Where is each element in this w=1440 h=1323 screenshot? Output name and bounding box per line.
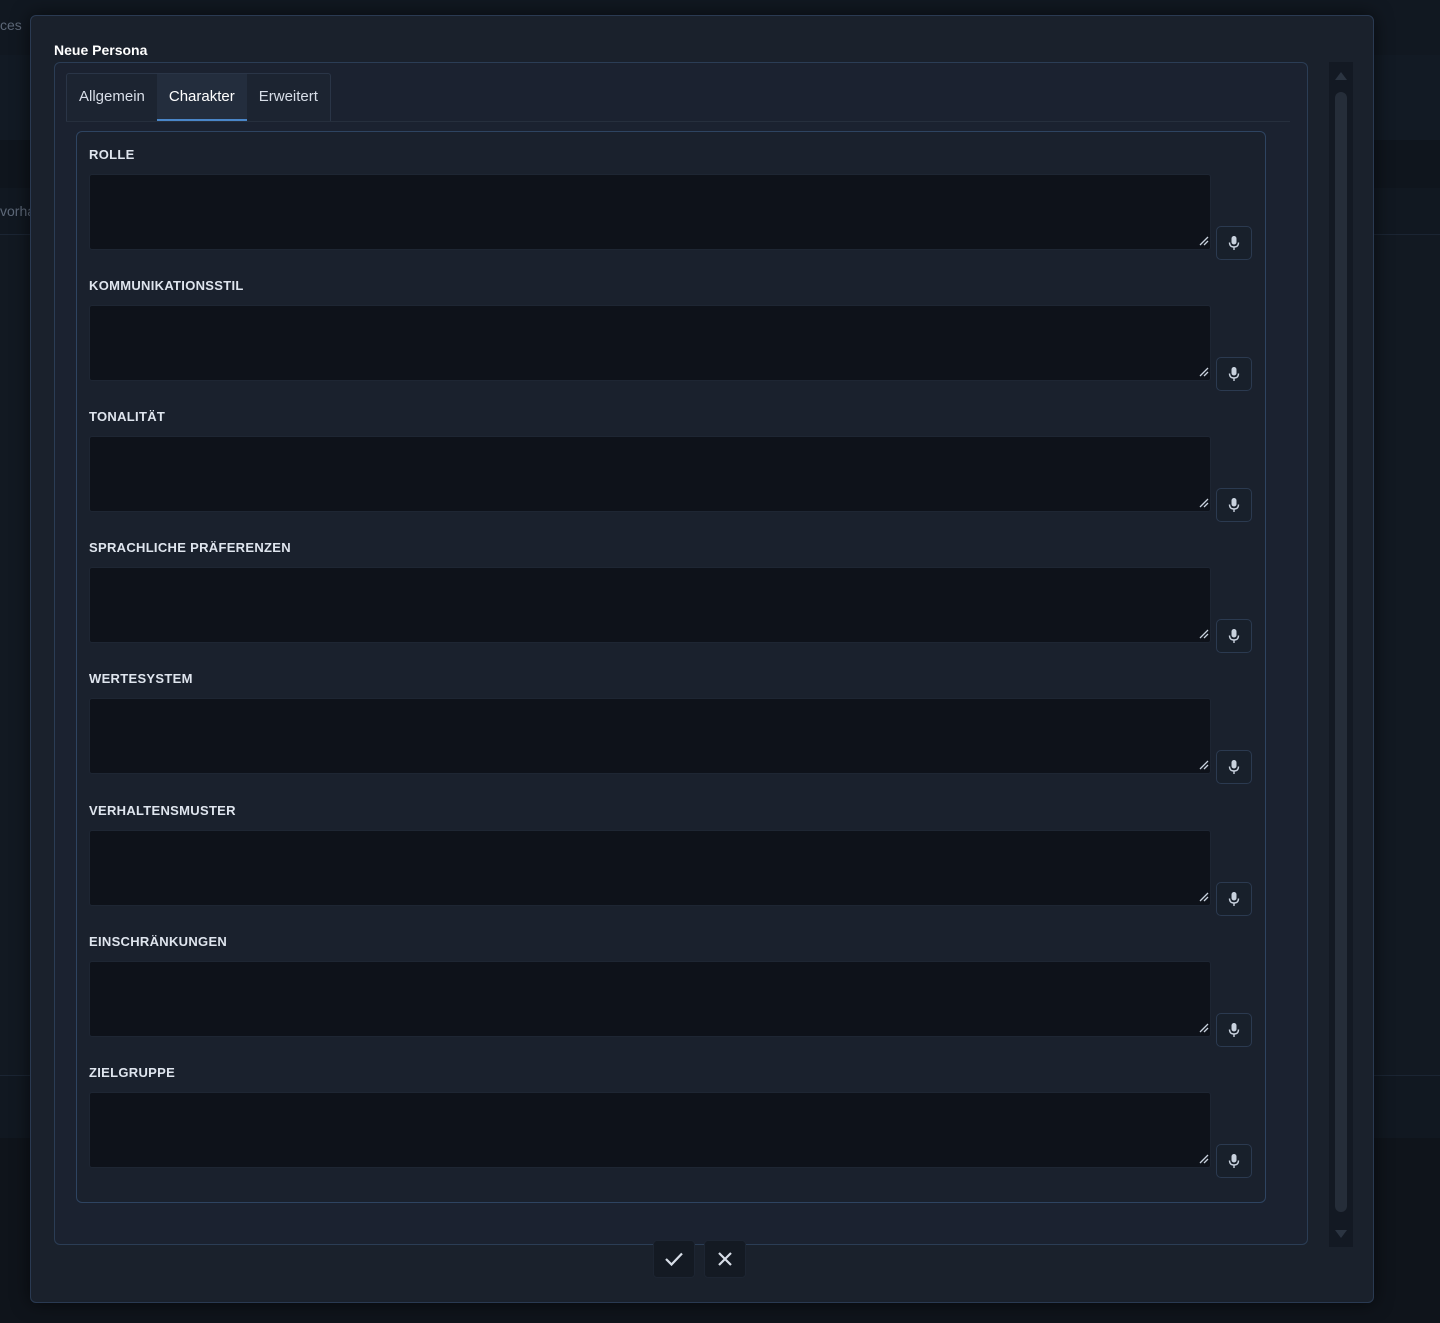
microphone-button[interactable]	[1216, 1013, 1252, 1047]
tab-allgemein[interactable]: Allgemein	[67, 74, 157, 121]
check-icon	[665, 1252, 683, 1267]
dialog-content-panel: Allgemein Charakter Erweitert ROLLE KOMM…	[54, 62, 1308, 1245]
field-label: EINSCHRÄNKUNGEN	[89, 934, 228, 949]
tab-bar: Allgemein Charakter Erweitert	[66, 73, 331, 122]
microphone-icon	[1228, 1154, 1240, 1168]
field-kommunikationsstil: KOMMUNIKATIONSSTIL	[89, 278, 1253, 391]
vertical-scrollbar[interactable]	[1329, 62, 1353, 1247]
resize-grip-icon[interactable]	[1197, 496, 1209, 508]
character-form: ROLLE KOMMUNIKATIONSSTIL TONALITÄT SPRAC…	[76, 131, 1266, 1203]
field-tonalitaet: TONALITÄT	[89, 409, 1253, 522]
tab-divider	[66, 121, 1290, 122]
microphone-icon	[1228, 760, 1240, 774]
scrollbar-thumb[interactable]	[1335, 92, 1347, 1212]
zielgruppe-textarea[interactable]	[89, 1092, 1211, 1168]
field-wertesystem: WERTESYSTEM	[89, 671, 1253, 784]
field-einschraenkungen: EINSCHRÄNKUNGEN	[89, 934, 1253, 1047]
einschraenkungen-textarea[interactable]	[89, 961, 1211, 1037]
resize-grip-icon[interactable]	[1197, 234, 1209, 246]
field-label: VERHALTENSMUSTER	[89, 803, 236, 818]
resize-grip-icon[interactable]	[1197, 890, 1209, 902]
microphone-icon	[1228, 498, 1240, 512]
microphone-button[interactable]	[1216, 882, 1252, 916]
resize-grip-icon[interactable]	[1197, 758, 1209, 770]
microphone-button[interactable]	[1216, 619, 1252, 653]
microphone-button[interactable]	[1216, 750, 1252, 784]
microphone-button[interactable]	[1216, 226, 1252, 260]
microphone-icon	[1228, 1023, 1240, 1037]
field-verhaltensmuster: VERHALTENSMUSTER	[89, 803, 1253, 916]
kommunikationsstil-textarea[interactable]	[89, 305, 1211, 381]
close-icon	[718, 1252, 732, 1266]
resize-grip-icon[interactable]	[1197, 1021, 1209, 1033]
field-label: WERTESYSTEM	[89, 671, 193, 686]
field-label: ZIELGRUPPE	[89, 1065, 176, 1080]
verhaltensmuster-textarea[interactable]	[89, 830, 1211, 906]
microphone-button[interactable]	[1216, 357, 1252, 391]
cancel-button[interactable]	[704, 1240, 746, 1278]
confirm-button[interactable]	[653, 1240, 695, 1278]
field-rolle: ROLLE	[89, 147, 1253, 260]
field-label: SPRACHLICHE PRÄFERENZEN	[89, 540, 291, 555]
tab-charakter[interactable]: Charakter	[156, 74, 247, 121]
resize-grip-icon[interactable]	[1197, 627, 1209, 639]
microphone-icon	[1228, 892, 1240, 906]
field-zielgruppe: ZIELGRUPPE	[89, 1065, 1253, 1178]
tonalitaet-textarea[interactable]	[89, 436, 1211, 512]
scroll-down-icon[interactable]	[1333, 1228, 1349, 1242]
microphone-icon	[1228, 629, 1240, 643]
tab-erweitert[interactable]: Erweitert	[247, 74, 330, 121]
resize-grip-icon[interactable]	[1197, 365, 1209, 377]
rolle-textarea[interactable]	[89, 174, 1211, 250]
microphone-button[interactable]	[1216, 1144, 1252, 1178]
microphone-button[interactable]	[1216, 488, 1252, 522]
microphone-icon	[1228, 236, 1240, 250]
field-label: KOMMUNIKATIONSSTIL	[89, 278, 244, 293]
scroll-up-icon[interactable]	[1333, 68, 1349, 82]
field-label: TONALITÄT	[89, 409, 166, 424]
resize-grip-icon[interactable]	[1197, 1152, 1209, 1164]
field-label: ROLLE	[89, 147, 135, 162]
background-text-fragment: ces	[0, 17, 22, 33]
dialog-title: Neue Persona	[54, 42, 148, 58]
persona-dialog: Neue Persona Allgemein Charakter Erweite…	[30, 15, 1374, 1303]
sprachliche-praeferenzen-textarea[interactable]	[89, 567, 1211, 643]
field-sprachliche-praeferenzen: SPRACHLICHE PRÄFERENZEN	[89, 540, 1253, 653]
microphone-icon	[1228, 367, 1240, 381]
wertesystem-textarea[interactable]	[89, 698, 1211, 774]
